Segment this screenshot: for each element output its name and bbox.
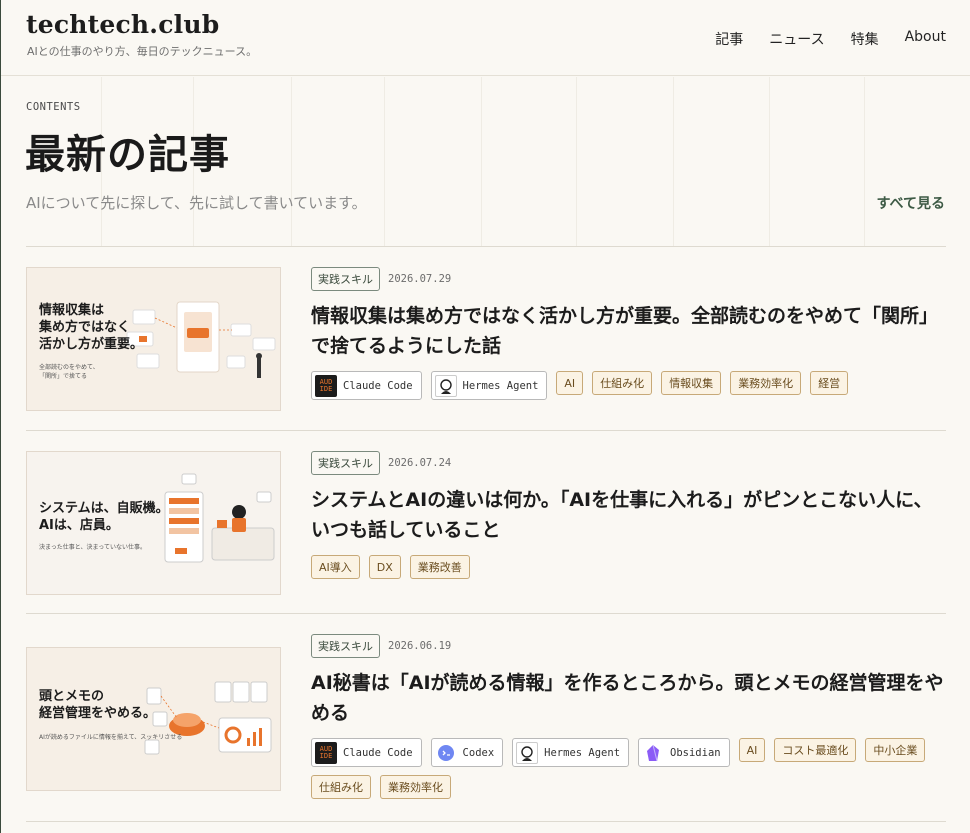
article-tags: AUDIDE Claude Code Codex Hermes Agent O bbox=[311, 738, 931, 799]
tag-chip[interactable]: AI bbox=[556, 371, 584, 395]
tag-chip[interactable]: 業務効率化 bbox=[730, 371, 802, 395]
tool-chip-claude-code[interactable]: AUD IDE Claude Code bbox=[311, 738, 422, 767]
thumbnail-caption: AIが読めるファイルに情報を揃えて、スッキリさせる bbox=[39, 734, 183, 741]
article-thumbnail[interactable]: 情報収集は 集め方ではなく 活かし方が重要。 全部読むのをやめて、 「関所」で捨… bbox=[26, 267, 281, 411]
tag-chip[interactable]: 経営 bbox=[810, 371, 849, 395]
codex-icon bbox=[435, 742, 457, 764]
tag-chip[interactable]: 仕組み化 bbox=[311, 775, 371, 799]
tool-chip-hermes-agent[interactable]: Hermes Agent bbox=[512, 738, 630, 767]
tool-chip-codex[interactable]: Codex bbox=[430, 738, 504, 767]
article-date: 2026.07.29 bbox=[388, 273, 452, 285]
article-body: 実践スキル 2026.07.24 システムとAIの違いは何か。「AIを仕事に入れ… bbox=[311, 451, 946, 579]
hermes-agent-icon bbox=[434, 374, 457, 397]
tag-chip[interactable]: 仕組み化 bbox=[592, 371, 653, 395]
thumbnail-headline: 情報収集は 集め方ではなく 活かし方が重要。 bbox=[39, 303, 144, 352]
claude-code-icon: AUD IDE bbox=[315, 741, 337, 764]
article-body: 実践スキル 2026.07.29 情報収集は集め方ではなく活かし方が重要。全部読… bbox=[311, 267, 946, 400]
section-label: CONTENTS bbox=[26, 101, 81, 113]
category-badge[interactable]: 実践スキル bbox=[311, 634, 380, 658]
main-nav: 記事 ニュース 特集 About bbox=[715, 29, 946, 49]
divider bbox=[26, 821, 946, 822]
thumbnail-caption: 全部読むのをやめて、 「関所」で捨てる bbox=[39, 364, 99, 380]
article-date: 2026.06.19 bbox=[388, 640, 452, 652]
tool-chip-obsidian[interactable]: Obsidian bbox=[638, 738, 730, 767]
tag-chip[interactable]: DX bbox=[368, 555, 401, 579]
thumbnail-headline: システムは、自販機。 AIは、店員。 bbox=[39, 501, 169, 533]
divider bbox=[26, 246, 946, 247]
obsidian-icon bbox=[642, 742, 664, 764]
article-card[interactable]: 情報収集は 集め方ではなく 活かし方が重要。 全部読むのをやめて、 「関所」で捨… bbox=[26, 267, 946, 412]
tool-chip-hermes-agent[interactable]: Hermes Agent bbox=[430, 371, 548, 400]
nav-item-about[interactable]: About bbox=[905, 29, 946, 49]
tool-chip-claude-code[interactable]: AUD IDE Claude Code bbox=[311, 371, 422, 400]
article-body: 実践スキル 2026.06.19 AI秘書は「AIが読める情報」を作るところから… bbox=[311, 634, 946, 799]
category-badge[interactable]: 実践スキル bbox=[311, 267, 380, 291]
thumbnail-caption: 決まった仕事と、決まっていない仕事。 bbox=[39, 544, 146, 551]
article-card[interactable]: 頭とメモの 経営管理をやめる。 AIが読めるファイルに情報を揃えて、スッキリさせ… bbox=[26, 634, 946, 799]
article-meta: 実践スキル 2026.06.19 bbox=[311, 634, 946, 658]
tag-chip[interactable]: 業務効率化 bbox=[380, 775, 451, 799]
nav-item-news[interactable]: ニュース bbox=[769, 29, 824, 49]
site-tagline: AIとの仕事のやり方、毎日のテックニュース。 bbox=[27, 45, 258, 58]
article-tags: AI導入 DX 業務改善 bbox=[311, 555, 931, 579]
nav-item-features[interactable]: 特集 bbox=[851, 29, 879, 49]
article-meta: 実践スキル 2026.07.29 bbox=[311, 267, 946, 291]
tag-chip[interactable]: コスト最適化 bbox=[774, 738, 857, 762]
page-title: 最新の記事 bbox=[25, 132, 230, 178]
category-badge[interactable]: 実践スキル bbox=[311, 451, 380, 475]
thumbnail-headline: 頭とメモの 経営管理をやめる。 bbox=[39, 689, 157, 721]
article-thumbnail[interactable]: 頭とメモの 経営管理をやめる。 AIが読めるファイルに情報を揃えて、スッキリさせ… bbox=[26, 647, 281, 791]
hermes-agent-icon bbox=[516, 741, 539, 764]
article-meta: 実践スキル 2026.07.24 bbox=[311, 451, 946, 475]
article-title[interactable]: 情報収集は集め方ではなく活かし方が重要。全部読むのをやめて「関所」で捨てるように… bbox=[311, 301, 946, 361]
divider bbox=[26, 430, 946, 431]
article-date: 2026.07.24 bbox=[388, 457, 452, 469]
tag-chip[interactable]: 業務改善 bbox=[409, 555, 470, 579]
article-title[interactable]: AI秘書は「AIが読める情報」を作るところから。頭とメモの経営管理をやめる bbox=[311, 668, 946, 728]
article-card[interactable]: システムは、自販機。 AIは、店員。 決まった仕事と、決まっていない仕事。 実践… bbox=[26, 451, 946, 596]
article-tags: AUD IDE Claude Code Hermes Agent AI 仕組み化 … bbox=[311, 371, 931, 400]
see-all-link[interactable]: すべて見る bbox=[877, 193, 945, 213]
article-thumbnail[interactable]: システムは、自販機。 AIは、店員。 決まった仕事と、決まっていない仕事。 bbox=[26, 451, 281, 595]
page-subtitle: AIについて先に探して、先に試して書いています。 bbox=[26, 194, 367, 212]
divider bbox=[26, 613, 946, 614]
site-logo[interactable]: techtech.club bbox=[26, 10, 219, 39]
tag-chip[interactable]: 中小企業 bbox=[865, 738, 926, 762]
site-header: techtech.club AIとの仕事のやり方、毎日のテックニュース。 記事 … bbox=[1, 0, 970, 76]
tag-chip[interactable]: 情報収集 bbox=[661, 371, 722, 395]
tag-chip[interactable]: AI導入 bbox=[311, 555, 360, 579]
article-title[interactable]: システムとAIの違いは何か。「AIを仕事に入れる」がピンとこない人に、いつも話し… bbox=[311, 485, 946, 545]
nav-item-articles[interactable]: 記事 bbox=[715, 29, 743, 49]
tag-chip[interactable]: AI bbox=[738, 738, 766, 762]
claude-code-icon: AUD IDE bbox=[315, 374, 337, 397]
